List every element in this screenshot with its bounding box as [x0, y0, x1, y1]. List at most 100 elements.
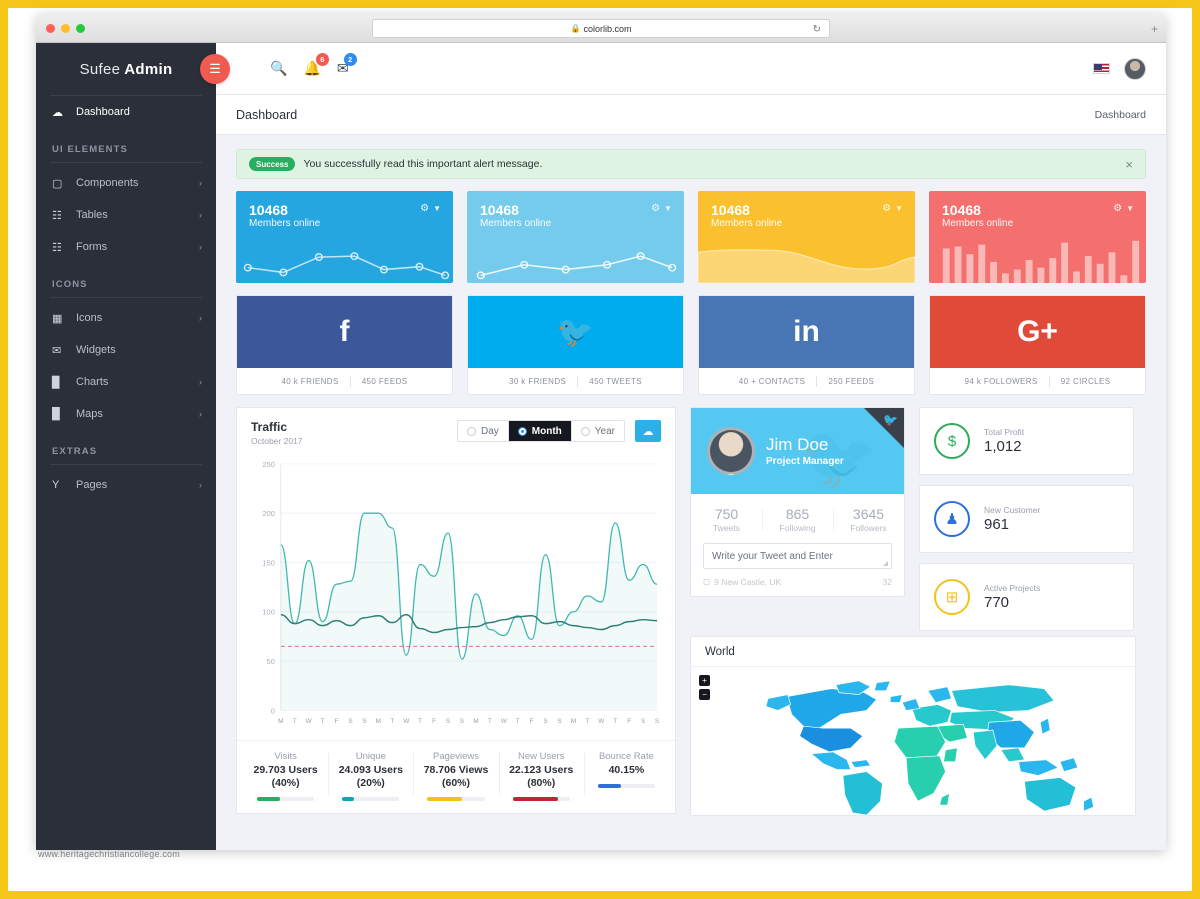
radio-dot-year	[580, 426, 590, 436]
traffic-stat-unique: Unique 24.093 Users (20%)	[328, 751, 413, 802]
stat-key: Unique	[355, 751, 386, 762]
tweet-input[interactable]: Write your Tweet and Enter	[703, 543, 892, 569]
maximize-window-button[interactable]	[76, 24, 85, 33]
twitter-stat-friends: 30 k FRIENDS	[508, 376, 567, 386]
facebook-icon: f	[339, 315, 350, 348]
world-title: World	[691, 637, 1135, 668]
gear-icon[interactable]: ⚙ ▼	[882, 203, 903, 214]
bar-sparkline-chart	[942, 240, 1140, 283]
brand-logo[interactable]: Sufee Admin	[36, 43, 216, 95]
sidebar-label-tables: Tables	[76, 209, 108, 221]
sidebar-item-tables[interactable]: ☷ Tables ›	[36, 199, 216, 231]
sidebar-item-forms[interactable]: ☷ Forms ›	[36, 231, 216, 263]
content-area: ☰ 🔍 🔔 6 ✉ 2 Dashboard Dashboard Success …	[200, 43, 1166, 850]
profile-hero: 🐦 🐦 Jim Doe Project Manager	[691, 408, 904, 494]
close-window-button[interactable]	[46, 24, 55, 33]
watermark: www.heritagechristiancollege.com	[38, 849, 180, 859]
plus-icon[interactable]: +	[1151, 22, 1158, 36]
sidebar-item-pages[interactable]: Υ Pages ›	[36, 469, 216, 501]
svg-text:S: S	[362, 718, 366, 725]
window-controls[interactable]	[46, 24, 85, 33]
map-zoom-controls[interactable]: + −	[699, 675, 710, 703]
hamburger-icon[interactable]: ☰	[200, 54, 230, 84]
svg-text:50: 50	[267, 657, 275, 666]
radio-dot-month	[517, 426, 527, 436]
sidebar-label-forms: Forms	[76, 241, 108, 253]
zoom-out-button[interactable]: −	[699, 689, 710, 701]
chevron-right-icon: ›	[199, 409, 202, 419]
facebook-stats: 40 k FRIENDS 450 FEEDS	[237, 368, 452, 394]
caret-down-icon: ▼	[433, 204, 441, 213]
progress-bar	[597, 784, 656, 789]
social-card-linkedin[interactable]: in 40 + CONTACTS 250 FEEDS	[698, 295, 915, 395]
sidebar-label-pages: Pages	[76, 479, 108, 491]
close-icon[interactable]: ×	[1125, 157, 1133, 172]
svg-text:M: M	[571, 718, 576, 725]
stat-value: 22.123 Users (80%)	[509, 764, 574, 790]
area-sparkline-chart	[698, 249, 915, 283]
traffic-range-selector[interactable]: Day Month Year	[456, 420, 625, 442]
reload-icon[interactable]: ↻	[813, 24, 821, 35]
social-card-row: f 40 k FRIENDS 450 FEEDS 🐦 30 k FRIENDS …	[236, 295, 1146, 395]
gear-icon[interactable]: ⚙ ▼	[1113, 203, 1134, 214]
googleplus-stat-followers: 94 k FOLLOWERS	[964, 376, 1038, 386]
world-map[interactable]: + −	[691, 667, 1135, 816]
stat-card-members-4: 10468 Members online ⚙ ▼	[929, 191, 1146, 283]
mail-badge: 2	[343, 53, 357, 66]
profile-identity: Jim Doe Project Manager	[691, 408, 904, 494]
stat-caption: Members online	[249, 218, 321, 230]
sidebar-item-widgets[interactable]: ✉ Widgets	[36, 334, 216, 366]
traffic-subtitle: October 2017	[251, 436, 303, 446]
zoom-in-button[interactable]: +	[699, 675, 710, 687]
stat-value: 78.706 Views (60%)	[423, 764, 489, 790]
social-card-facebook[interactable]: f 40 k FRIENDS 450 FEEDS	[236, 295, 453, 395]
gear-icon[interactable]: ⚙ ▼	[651, 203, 672, 214]
us-flag-icon[interactable]	[1093, 63, 1110, 74]
stat-number: 10468	[249, 202, 288, 218]
top-navbar: ☰ 🔍 🔔 6 ✉ 2	[200, 43, 1166, 95]
gear-icon[interactable]: ⚙ ▼	[420, 203, 441, 214]
radio-year[interactable]: Year	[572, 421, 624, 441]
lock-icon: 🔒	[570, 24, 581, 33]
svg-text:T: T	[321, 718, 325, 725]
stat-number: 3645	[852, 506, 885, 522]
radio-label-month: Month	[531, 425, 562, 437]
brand-bold: Admin	[124, 60, 173, 78]
kpi-card-total-profit: $ Total Profit 1,012	[919, 407, 1134, 475]
svg-text:F: F	[432, 718, 436, 725]
bell-icon[interactable]: 🔔 6	[303, 53, 329, 77]
sidebar-item-charts[interactable]: ▉ Charts ›	[36, 366, 216, 398]
stat-card-members-3: 10468 Members online ⚙ ▼	[698, 191, 915, 283]
user-avatar[interactable]	[1124, 57, 1146, 80]
svg-text:T: T	[418, 718, 422, 725]
sidebar-item-components[interactable]: ▢ Components ›	[36, 167, 216, 199]
widgets-icon: ✉	[52, 344, 62, 357]
kpi-value: 770	[984, 594, 1010, 611]
brand-thin: Sufee	[79, 60, 121, 78]
stat-label: Followers	[850, 523, 887, 533]
social-card-googleplus[interactable]: G+ 94 k FOLLOWERS 92 CIRCLES	[929, 295, 1146, 395]
radio-month[interactable]: Month	[508, 421, 572, 441]
stat-caption: Members online	[480, 218, 552, 230]
linkedin-stats: 40 + CONTACTS 250 FEEDS	[699, 368, 914, 394]
address-bar[interactable]: 🔒 colorlib.com ↻	[372, 19, 830, 38]
stat-value: 24.093 Users (20%)	[338, 764, 403, 790]
social-card-twitter[interactable]: 🐦 30 k FRIENDS 450 TWEETS	[467, 295, 684, 395]
kpi-label: Active Projects	[984, 583, 1041, 593]
sidebar-item-icons[interactable]: ▦ Icons ›	[36, 302, 216, 334]
googleplus-stats: 94 k FOLLOWERS 92 CIRCLES	[930, 368, 1145, 394]
sidebar-item-maps[interactable]: █ Maps ›	[36, 398, 216, 430]
status-badge: Success	[249, 157, 296, 171]
radio-day[interactable]: Day	[458, 421, 509, 441]
svg-text:S: S	[543, 718, 547, 725]
cloud-download-icon[interactable]: ☁	[635, 420, 661, 442]
minimize-window-button[interactable]	[61, 24, 70, 33]
progress-bar	[342, 797, 400, 802]
svg-text:W: W	[501, 718, 508, 725]
camera-icon[interactable]: ◻	[703, 576, 710, 587]
search-icon[interactable]: 🔍	[270, 60, 287, 77]
charts-icon: ▉	[52, 376, 61, 389]
kpi-value: 1,012	[984, 438, 1022, 455]
envelope-icon[interactable]: ✉ 2	[337, 53, 357, 77]
sidebar-item-dashboard[interactable]: ☁ Dashboard	[36, 96, 216, 128]
